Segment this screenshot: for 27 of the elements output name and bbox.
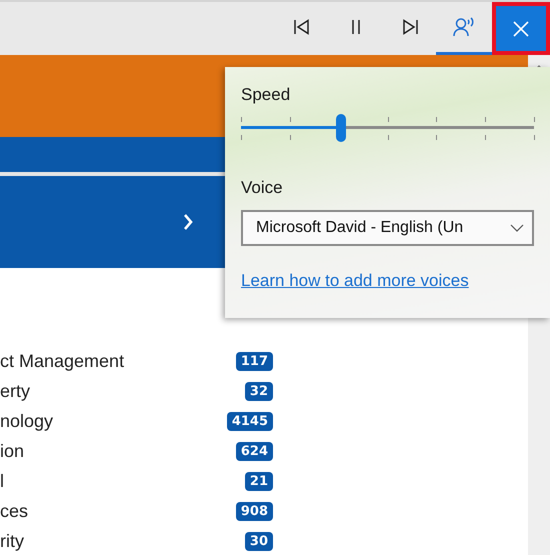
category-label[interactable]: ces [0, 500, 28, 522]
category-label[interactable]: rity [0, 530, 24, 552]
count-badge: 624 [236, 442, 273, 460]
category-label[interactable]: l [0, 470, 4, 492]
add-voices-link[interactable]: Learn how to add more voices [241, 271, 469, 291]
pause-icon [350, 19, 362, 35]
count-badge: 21 [244, 472, 273, 490]
category-label[interactable]: nology [0, 410, 54, 432]
close-button[interactable] [492, 2, 550, 55]
count-badge: 32 [244, 382, 273, 400]
category-label[interactable]: ion [0, 440, 24, 462]
speed-label: Speed [241, 85, 292, 105]
voice-dropdown[interactable]: Microsoft David - English (Un [241, 210, 534, 246]
count-badge: 117 [236, 352, 273, 370]
chevron-down-icon [510, 224, 524, 232]
count-badge: 4145 [226, 412, 273, 430]
person-speaking-icon [453, 17, 475, 37]
count-badge: 908 [236, 502, 273, 520]
previous-icon [293, 19, 311, 35]
next-icon [401, 19, 419, 35]
voice-label: Voice [241, 178, 284, 198]
chevron-right-icon [183, 213, 193, 231]
category-label[interactable]: ct Management [0, 350, 124, 372]
close-icon [513, 20, 529, 36]
slider-thumb[interactable] [336, 114, 346, 142]
count-badge: 30 [244, 532, 273, 550]
category-label[interactable]: erty [0, 380, 30, 402]
